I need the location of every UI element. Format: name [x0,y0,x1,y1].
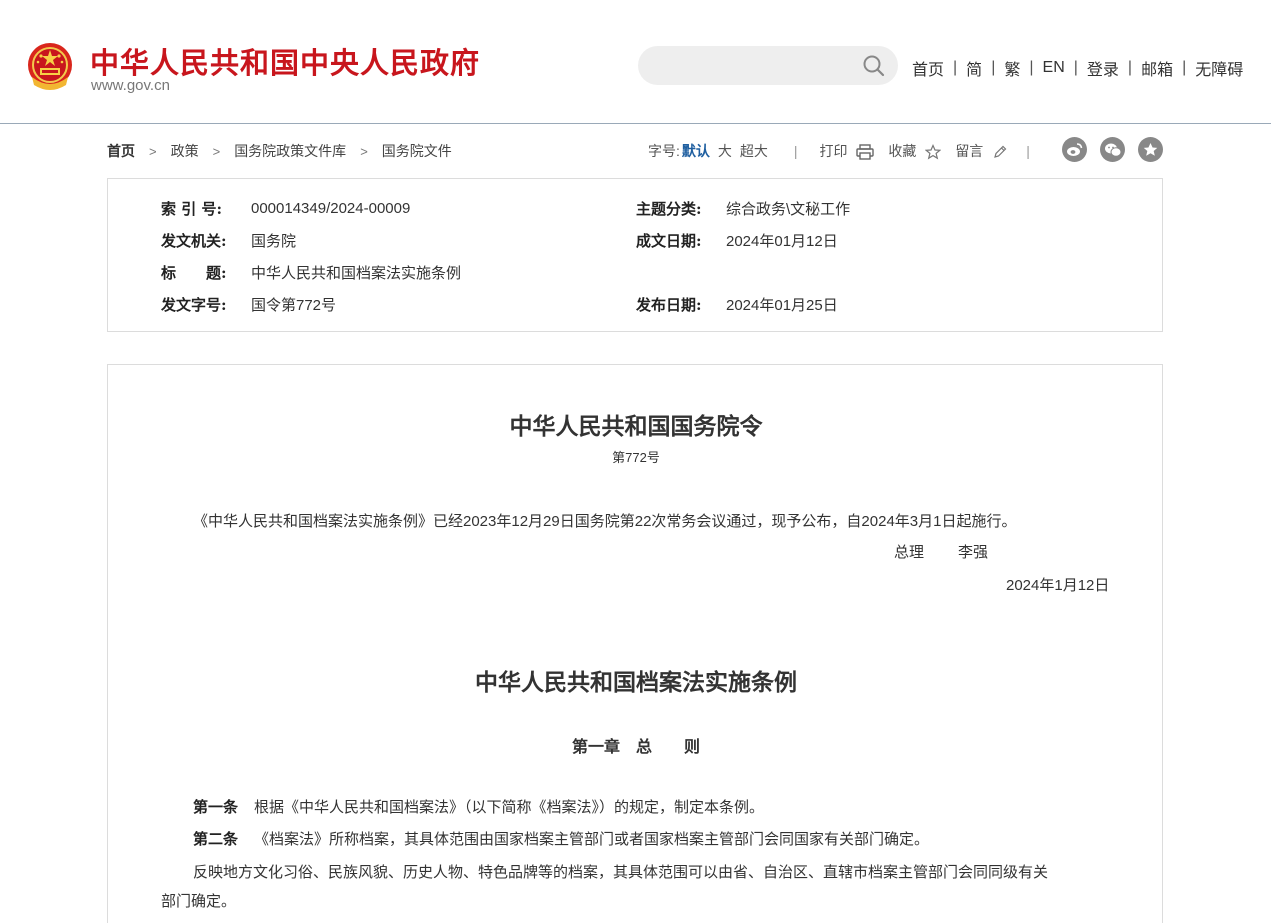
nav-separator: | [953,59,958,76]
info-pub-date-label: 发布日期: [636,296,702,314]
info-issuer-label: 发文机关: [161,232,227,250]
nav-traditional[interactable]: 繁 [1004,56,1020,80]
info-doc-number: 发文字号: 国令第772号 [161,294,336,315]
print-label: 打印 [819,143,848,159]
wechat-icon [1104,143,1121,157]
pencil-icon [994,145,1007,159]
favorite-label: 收藏 [888,143,917,159]
article-2-para-2-line-2: 部门确定。 [161,893,237,910]
info-subject-value: 综合政务\文秘工作 [726,201,851,218]
info-subject: 主题分类: 综合政务\文秘工作 [636,198,850,219]
chevron-right-icon: > [360,143,368,159]
site-header: 中华人民共和国中央人民政府 www.gov.cn 首页 | 简 | 繁 | EN… [0,0,1271,124]
info-title-value: 中华人民共和国档案法实施条例 [251,265,462,282]
breadcrumb-home[interactable]: 首页 [107,141,135,161]
info-doc-number-value: 国令第772号 [251,297,337,314]
chevron-right-icon: > [149,143,157,159]
article-2-label: 第二条 [193,830,239,848]
nav-separator: | [1073,59,1078,76]
site-title[interactable]: 中华人民共和国中央人民政府 [90,40,480,82]
article-2: 第二条 《档案法》所称档案，其具体范围由国家档案主管部门或者国家档案主管部门会同国… [193,828,929,849]
info-subject-label: 主题分类: [636,200,702,218]
regulation-title: 中华人民共和国档案法实施条例 [475,669,797,696]
info-date-written-label: 成文日期: [636,232,702,250]
comment-label: 留言 [955,143,984,159]
info-date-written-value: 2024年01月12日 [726,233,838,250]
info-index-value: 000014349/2024-00009 [251,200,411,217]
info-doc-number-label: 发文字号: [161,296,227,314]
nav-english[interactable]: EN [1043,59,1065,77]
breadcrumb-state-council-docs[interactable]: 国务院文件 [382,141,452,161]
article-body: 中华人民共和国国务院令 第772号 《中华人民共和国档案法实施条例》已经2023… [107,364,1163,923]
sign-date: 2024年1月12日 [1006,577,1110,594]
wechat-share-button[interactable] [1100,137,1125,162]
nav-separator: | [991,59,996,76]
font-size-xlarge[interactable]: 超大 [740,141,768,161]
font-size-label: 字号: [648,143,680,159]
top-nav: 首页 | 简 | 繁 | EN | 登录 | 邮箱 | 无障碍 [912,57,1243,79]
info-title-label: 标 题: [161,264,227,282]
info-pub-date-value: 2024年01月25日 [726,297,838,314]
article-1-label: 第一条 [193,798,239,816]
chapter-title: 第一章 总 则 [571,737,700,756]
article-2-para-2-line-1: 反映地方文化习俗、民族风貌、历史人物、特色品牌等的档案，其具体范围可以由省、自治… [193,864,1049,881]
star-icon [1143,142,1158,156]
breadcrumb-policy[interactable]: 政策 [171,141,199,161]
nav-separator: | [1182,59,1187,76]
nav-accessibility[interactable]: 无障碍 [1195,56,1243,80]
toolbar-divider: | [793,143,798,159]
favorite-button[interactable]: 收藏 [888,141,942,161]
site-domain: www.gov.cn [91,77,170,94]
info-issuer-value: 国务院 [251,233,297,250]
order-intro: 《中华人民共和国档案法实施条例》已经2023年12月29日国务院第22次常务会议… [193,513,1017,530]
info-index-label: 索 引 号: [161,200,222,218]
nav-simplified[interactable]: 简 [966,56,982,80]
weibo-share-button[interactable] [1062,137,1087,162]
info-title: 标 题: 中华人民共和国档案法实施条例 [161,262,461,283]
chevron-right-icon: > [212,143,221,159]
nav-mail[interactable]: 邮箱 [1141,56,1173,80]
order-title: 中华人民共和国国务院令 [509,413,763,440]
info-index: 索 引 号: 000014349/2024-00009 [161,198,410,219]
article-1-text: 根据《中华人民共和国档案法》（以下简称《档案法》）的规定，制定本条例。 [254,799,765,816]
nav-separator: | [1029,59,1034,76]
font-size-default[interactable]: 默认 [682,141,710,161]
info-date-written: 成文日期: 2024年01月12日 [636,230,838,251]
search-icon[interactable] [862,54,886,78]
breadcrumb-policy-library[interactable]: 国务院政策文件库 [234,141,346,161]
toolbar-divider: | [1026,143,1030,159]
national-emblem-icon[interactable] [26,41,74,95]
nav-home[interactable]: 首页 [912,56,944,80]
print-button[interactable]: 打印 [820,141,875,161]
search-input[interactable] [654,46,854,85]
signer-name: 李强 [958,544,989,561]
weibo-icon [1067,143,1083,156]
search-box [638,46,898,85]
article-2-text: 《档案法》所称档案，其具体范围由国家档案主管部门或者国家档案主管部门会同国家有关… [254,831,930,848]
favorite-share-button[interactable] [1138,137,1163,162]
signer-title: 总理 [894,544,925,561]
info-pub-date: 发布日期: 2024年01月25日 [636,294,838,315]
document-info-box: 索 引 号: 000014349/2024-00009 主题分类: 综合政务\文… [107,178,1163,332]
breadcrumb: 首页 > 政策 > 国务院政策文件库 > 国务院文件 [107,141,452,161]
font-size-large[interactable]: 大 [718,141,732,161]
printer-icon [856,144,875,160]
star-outline-icon [925,144,942,160]
info-issuer: 发文机关: 国务院 [161,230,296,251]
nav-login[interactable]: 登录 [1087,56,1119,80]
order-number: 第772号 [612,450,660,465]
nav-separator: | [1127,59,1133,76]
article-1: 第一条 根据《中华人民共和国档案法》（以下简称《档案法》）的规定，制定本条例。 [193,796,764,817]
comment-button[interactable]: 留言 [955,141,1008,161]
article-toolbar: 字号: 默认 大 超大 | 打印 收藏 留言 | [648,141,1030,161]
